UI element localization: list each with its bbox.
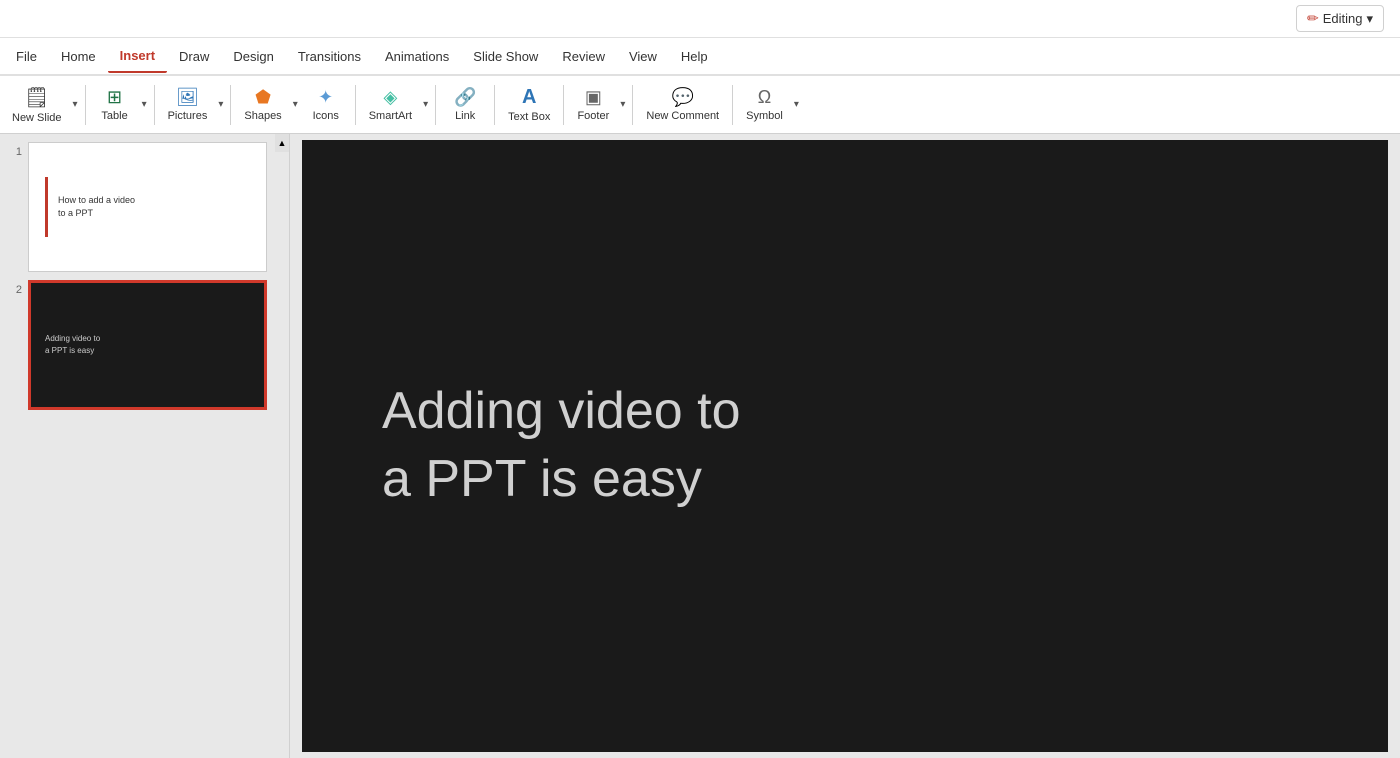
main-area: ▲ 1 How to add a videoto a PPT 2 Adding … — [0, 134, 1400, 758]
table-group: ⊞ Table ▾ — [91, 79, 149, 131]
shapes-group: ⬟ Shapes ▾ — [236, 79, 299, 131]
footer-group: ▣ Footer ▾ — [569, 79, 627, 131]
slide-1-content: How to add a videoto a PPT — [29, 143, 266, 271]
canvas-area: Adding video to a PPT is easy — [290, 134, 1400, 758]
smartart-icon: ◈ — [384, 87, 398, 108]
symbol-label: Symbol — [746, 110, 783, 122]
sep6 — [494, 85, 495, 125]
smartart-group: ◈ SmartArt ▾ — [361, 79, 430, 131]
slide-panel: ▲ 1 How to add a videoto a PPT 2 Adding … — [0, 134, 290, 758]
editing-label: Editing — [1323, 11, 1363, 26]
symbol-icon: Ω — [758, 87, 771, 108]
menu-item-animations[interactable]: Animations — [373, 41, 461, 72]
new-slide-button[interactable]: 🗒 New Slide — [4, 79, 70, 131]
new-slide-label: New Slide — [12, 112, 62, 124]
smartart-button[interactable]: ◈ SmartArt — [361, 79, 420, 131]
slide-canvas[interactable]: Adding video to a PPT is easy — [302, 140, 1388, 752]
new-comment-label: New Comment — [646, 110, 719, 122]
pictures-dropdown[interactable]: ▾ — [215, 79, 225, 131]
icons-button[interactable]: ✦ Icons — [302, 79, 350, 131]
menu-item-design[interactable]: Design — [221, 41, 285, 72]
sep9 — [732, 85, 733, 125]
smartart-label: SmartArt — [369, 110, 412, 122]
table-dropdown[interactable]: ▾ — [139, 79, 149, 131]
pictures-icon: 🖼 — [176, 87, 199, 108]
menu-bar: File Home Insert Draw Design Transitions… — [0, 38, 1400, 76]
title-bar: ✏ Editing ▾ — [0, 0, 1400, 38]
new-slide-dropdown[interactable]: ▾ — [70, 79, 80, 131]
slide-2-content: Adding video toa PPT is easy — [31, 283, 264, 407]
pencil-icon: ✏ — [1307, 10, 1319, 27]
slide-2-wrapper: 2 Adding video toa PPT is easy — [8, 280, 281, 410]
menu-item-view[interactable]: View — [617, 41, 669, 72]
shapes-label: Shapes — [244, 110, 281, 122]
footer-label: Footer — [577, 110, 609, 122]
pictures-label: Pictures — [168, 110, 208, 122]
new-slide-group: 🗒 New Slide ▾ — [4, 79, 80, 131]
smartart-dropdown[interactable]: ▾ — [420, 79, 430, 131]
editing-dropdown-icon: ▾ — [1366, 11, 1373, 27]
link-icon: 🔗 — [454, 87, 476, 108]
icons-label: Icons — [313, 110, 339, 122]
table-icon: ⊞ — [107, 87, 122, 108]
menu-item-draw[interactable]: Draw — [167, 41, 221, 72]
shapes-dropdown[interactable]: ▾ — [290, 79, 300, 131]
slide-2-text: Adding video toa PPT is easy — [45, 333, 100, 357]
table-label: Table — [101, 110, 127, 122]
table-button[interactable]: ⊞ Table — [91, 79, 139, 131]
sep7 — [563, 85, 564, 125]
footer-button[interactable]: ▣ Footer — [569, 79, 617, 131]
sep5 — [435, 85, 436, 125]
text-box-button[interactable]: A Text Box — [500, 79, 558, 131]
link-label: Link — [455, 110, 475, 122]
new-slide-icon: 🗒 — [24, 85, 49, 110]
ribbon: 🗒 New Slide ▾ ⊞ Table ▾ 🖼 Pictures ▾ ⬟ S… — [0, 76, 1400, 134]
menu-item-slideshow[interactable]: Slide Show — [461, 41, 550, 72]
slide-1-accent-line — [45, 177, 48, 237]
new-comment-button[interactable]: 💬 New Comment — [638, 79, 727, 131]
slide-2-thumbnail[interactable]: Adding video toa PPT is easy — [28, 280, 267, 410]
text-box-label: Text Box — [508, 111, 550, 123]
menu-item-review[interactable]: Review — [550, 41, 617, 72]
editing-button[interactable]: ✏ Editing ▾ — [1296, 5, 1384, 32]
slide-1-wrapper: 1 How to add a videoto a PPT — [8, 142, 281, 272]
symbol-dropdown[interactable]: ▾ — [791, 79, 801, 131]
text-box-icon: A — [522, 86, 536, 109]
sep1 — [85, 85, 86, 125]
slide-2-number: 2 — [8, 280, 22, 296]
menu-item-help[interactable]: Help — [669, 41, 720, 72]
sep4 — [355, 85, 356, 125]
footer-icon: ▣ — [585, 87, 602, 108]
slide-text-line2: a PPT is easy — [382, 450, 702, 508]
sep3 — [230, 85, 231, 125]
menu-item-insert[interactable]: Insert — [108, 40, 167, 73]
link-button[interactable]: 🔗 Link — [441, 79, 489, 131]
slide-1-text: How to add a videoto a PPT — [58, 194, 135, 219]
pictures-button[interactable]: 🖼 Pictures — [160, 79, 216, 131]
footer-dropdown[interactable]: ▾ — [617, 79, 627, 131]
slide-text-line1: Adding video to — [382, 382, 741, 440]
menu-item-file[interactable]: File — [4, 41, 49, 72]
slide-main-text: Adding video to a PPT is easy — [382, 378, 741, 513]
menu-item-transitions[interactable]: Transitions — [286, 41, 373, 72]
slide-1-thumbnail[interactable]: How to add a videoto a PPT — [28, 142, 267, 272]
sep8 — [632, 85, 633, 125]
sep2 — [154, 85, 155, 125]
icons-icon: ✦ — [318, 87, 333, 108]
new-comment-icon: 💬 — [672, 87, 694, 108]
scroll-up-button[interactable]: ▲ — [275, 134, 289, 152]
pictures-group: 🖼 Pictures ▾ — [160, 79, 226, 131]
shapes-icon: ⬟ — [255, 87, 271, 108]
slide-1-number: 1 — [8, 142, 22, 158]
symbol-group: Ω Symbol ▾ — [738, 79, 801, 131]
shapes-button[interactable]: ⬟ Shapes — [236, 79, 289, 131]
symbol-button[interactable]: Ω Symbol — [738, 79, 791, 131]
menu-item-home[interactable]: Home — [49, 41, 108, 72]
